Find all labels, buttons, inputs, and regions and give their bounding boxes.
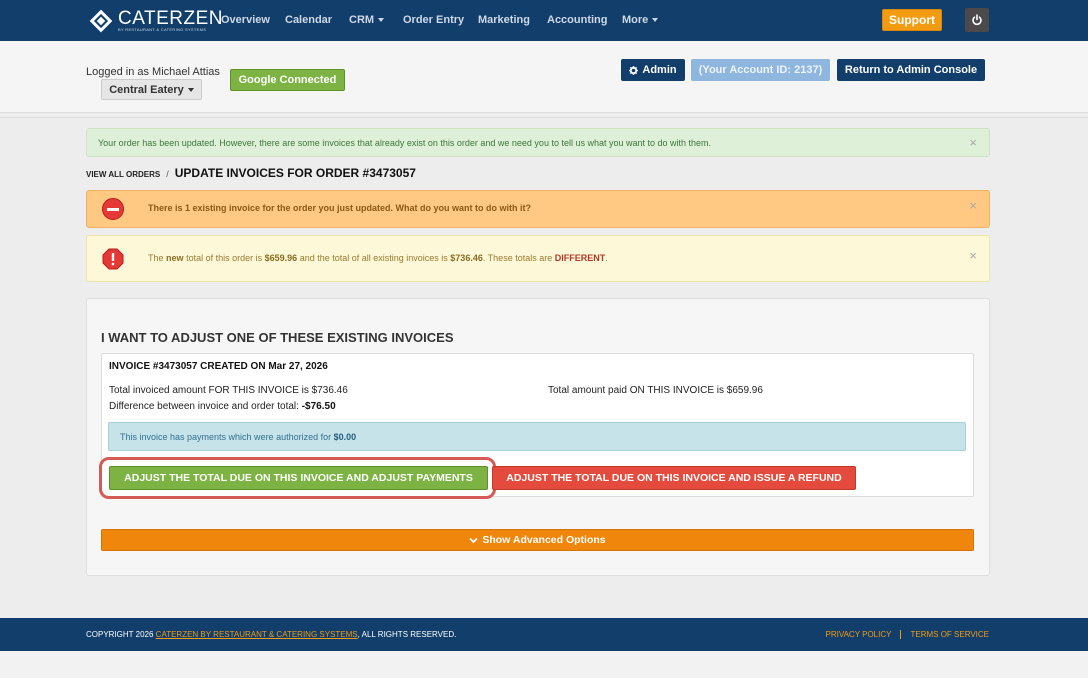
nav-marketing[interactable]: Marketing bbox=[478, 14, 530, 27]
existing-invoice-total: $736.46 bbox=[450, 253, 483, 263]
text: total of this order is bbox=[186, 253, 263, 263]
warning-alert: There is 1 existing invoice for the orde… bbox=[86, 190, 990, 228]
brand-name: CATERZEN bbox=[118, 8, 223, 29]
chevron-down-icon bbox=[469, 537, 478, 543]
success-message: Your order has been updated. However, th… bbox=[98, 138, 712, 148]
logged-in-text: Logged in as Michael Attias bbox=[86, 66, 220, 78]
invoiced-amount: Total invoiced amount FOR THIS INVOICE i… bbox=[109, 385, 348, 396]
close-icon[interactable]: × bbox=[969, 136, 977, 149]
caret-down-icon bbox=[652, 18, 659, 23]
nav-crm-label: CRM bbox=[349, 14, 375, 26]
caret-down-icon bbox=[378, 18, 385, 23]
different-label: DIFFERENT bbox=[554, 253, 606, 263]
invoice-title: INVOICE #3473057 CREATED ON Mar 27, 2026 bbox=[109, 361, 328, 372]
caterzen-link[interactable]: CATERZEN BY RESTAURANT & CATERING SYSTEM… bbox=[156, 630, 358, 639]
nav-calendar[interactable]: Calendar bbox=[285, 14, 332, 27]
text: The bbox=[148, 253, 164, 263]
breadcrumb: VIEW ALL ORDERS / UPDATE INVOICES FOR OR… bbox=[86, 166, 416, 180]
support-button[interactable]: Support bbox=[882, 9, 942, 31]
close-icon[interactable]: × bbox=[969, 199, 977, 212]
difference-label: Difference between invoice and order tot… bbox=[109, 401, 299, 412]
location-label: Central Eatery bbox=[109, 83, 184, 96]
logout-button[interactable] bbox=[965, 8, 989, 32]
account-id-badge[interactable]: (Your Account ID: 2137) bbox=[691, 59, 830, 81]
breadcrumb-separator: / bbox=[166, 169, 169, 179]
note-message: This invoice has payments which were aut… bbox=[120, 432, 356, 442]
power-icon bbox=[972, 14, 982, 26]
diamond-logo-icon bbox=[89, 9, 113, 33]
divider bbox=[0, 117, 1088, 118]
top-navbar: CATERZEN BY RESTAURANT & CATERING SYSTEM… bbox=[0, 0, 1088, 41]
admin-label: Admin bbox=[642, 64, 677, 76]
view-all-orders-link[interactable]: VIEW ALL ORDERS bbox=[86, 170, 160, 179]
nav-crm[interactable]: CRM bbox=[349, 14, 385, 27]
amount-paid: Total amount paid ON THIS INVOICE is $65… bbox=[548, 385, 763, 396]
copyright: COPYRIGHT 2026 CATERZEN BY RESTAURANT & … bbox=[86, 630, 456, 639]
google-connected-button[interactable]: Google Connected bbox=[230, 69, 345, 91]
exclamation-octagon-icon bbox=[102, 248, 124, 270]
admin-button[interactable]: Admin bbox=[621, 59, 685, 81]
advanced-options-label: Show Advanced Options bbox=[482, 534, 606, 546]
privacy-policy-link[interactable]: PRIVACY POLICY bbox=[826, 630, 892, 639]
location-dropdown[interactable]: Central Eatery bbox=[101, 79, 202, 100]
difference-line: Difference between invoice and order tot… bbox=[109, 401, 336, 412]
copyright-prefix: COPYRIGHT 2026 bbox=[86, 630, 154, 639]
text: . These totals are bbox=[482, 253, 553, 263]
copyright-suffix: , ALL RIGHTS RESERVED. bbox=[357, 630, 457, 639]
warning-message: There is 1 existing invoice for the orde… bbox=[148, 203, 532, 213]
text-emphasis: new bbox=[166, 253, 184, 263]
footer-links: PRIVACY POLICY TERMS OF SERVICE bbox=[826, 630, 989, 639]
difference-value: -$76.50 bbox=[301, 401, 336, 412]
adjust-payments-button[interactable]: ADJUST THE TOTAL DUE ON THIS INVOICE AND… bbox=[109, 466, 488, 490]
stop-icon bbox=[102, 198, 124, 220]
nav-overview[interactable]: Overview bbox=[221, 14, 270, 27]
close-icon[interactable]: × bbox=[969, 249, 977, 262]
panel-heading: I WANT TO ADJUST ONE OF THESE EXISTING I… bbox=[101, 330, 454, 345]
caret-down-icon bbox=[187, 87, 194, 92]
issue-refund-button[interactable]: ADJUST THE TOTAL DUE ON THIS INVOICE AND… bbox=[492, 466, 856, 490]
totals-different-alert: The new total of this order is $659.96 a… bbox=[86, 235, 990, 282]
page-title: UPDATE INVOICES FOR ORDER #3473057 bbox=[174, 166, 416, 180]
note-amount: $0.00 bbox=[333, 432, 357, 442]
terms-of-service-link[interactable]: TERMS OF SERVICE bbox=[910, 630, 989, 639]
payments-authorized-note: This invoice has payments which were aut… bbox=[108, 422, 966, 451]
nav-more[interactable]: More bbox=[622, 14, 659, 27]
page-bottom bbox=[0, 651, 1088, 678]
nav-accounting[interactable]: Accounting bbox=[547, 14, 608, 27]
caterzen-logo[interactable]: CATERZEN BY RESTAURANT & CATERING SYSTEM… bbox=[89, 8, 223, 33]
totals-message: The new total of this order is $659.96 a… bbox=[148, 253, 608, 263]
show-advanced-options-button[interactable]: Show Advanced Options bbox=[101, 529, 974, 551]
nav-more-label: More bbox=[622, 14, 649, 26]
footer-separator bbox=[900, 630, 902, 639]
new-order-total: $659.96 bbox=[264, 253, 298, 263]
note-text: This invoice has payments which were aut… bbox=[120, 432, 332, 442]
gear-icon bbox=[629, 65, 639, 75]
text: . bbox=[605, 253, 608, 263]
footer: COPYRIGHT 2026 CATERZEN BY RESTAURANT & … bbox=[0, 618, 1088, 651]
text: and the total of all existing invoices i… bbox=[299, 253, 448, 263]
nav-order-entry[interactable]: Order Entry bbox=[403, 14, 464, 27]
return-to-admin-console-button[interactable]: Return to Admin Console bbox=[837, 59, 985, 81]
success-alert: Your order has been updated. However, th… bbox=[86, 128, 990, 157]
